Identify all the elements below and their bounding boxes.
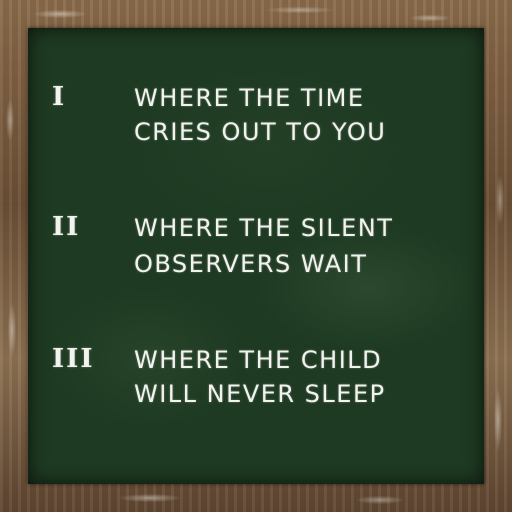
roman-numeral-2: II	[52, 212, 81, 242]
roman-numeral-3: III	[52, 344, 95, 374]
chalkboard: I WHERE THE TIME CRIES OUT TO YOU II WHE…	[28, 28, 484, 484]
riddle-2-line-2: OBSERVERS WAIT	[134, 250, 368, 278]
riddle-3-line-1: WHERE THE CHILD	[134, 346, 383, 374]
riddle-1-line-1: WHERE THE TIME	[134, 84, 365, 112]
riddle-2-line-1: WHERE THE SILENT	[134, 214, 394, 242]
roman-numeral-1: I	[52, 82, 67, 112]
riddle-3-line-2: WILL NEVER SLEEP	[134, 380, 386, 408]
riddle-1-line-2: CRIES OUT TO YOU	[134, 118, 387, 146]
